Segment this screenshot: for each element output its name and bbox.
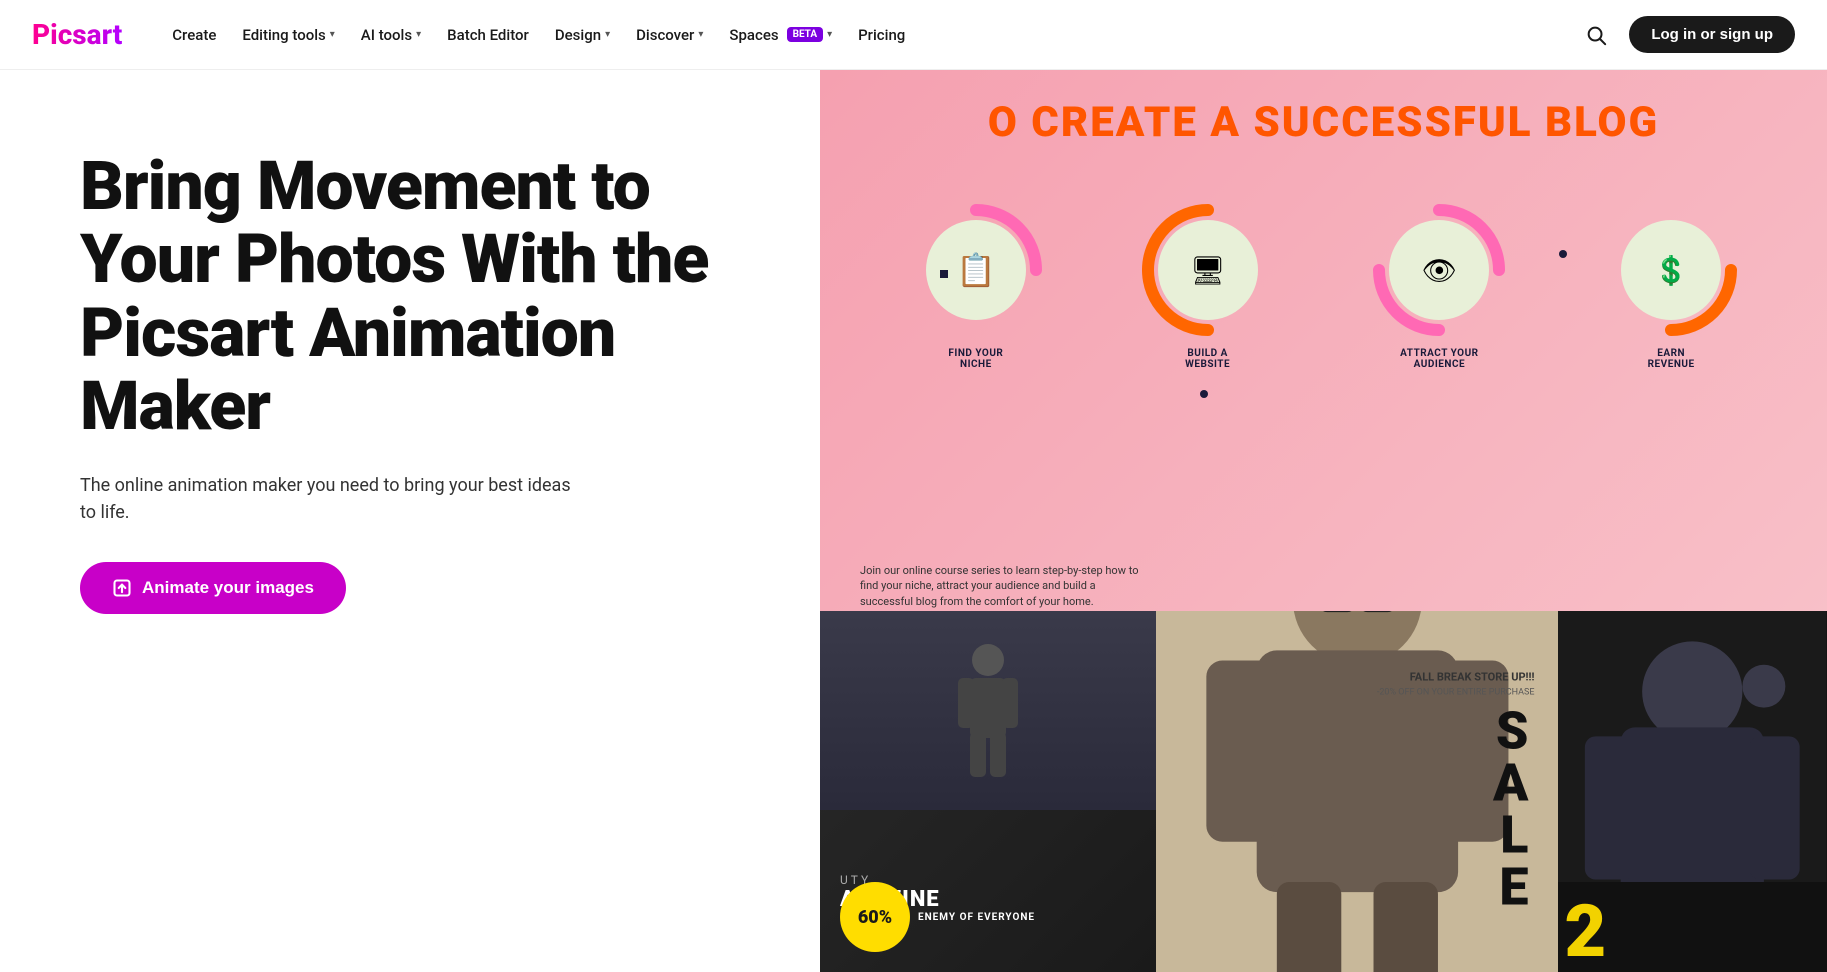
flow-label-niche: FIND YOURNICHE xyxy=(948,348,1003,370)
logo[interactable]: Picsart xyxy=(32,18,122,51)
hero-subtitle: The online animation maker you need to b… xyxy=(80,472,580,526)
chevron-down-icon: ▾ xyxy=(330,29,335,40)
nav-item-editing-tools[interactable]: Editing tools ▾ xyxy=(232,20,344,50)
fall-break-label: FALL BREAK STORE UP!!! xyxy=(1377,670,1535,683)
website-icon: 🖥 xyxy=(1190,254,1226,287)
nav-item-ai-tools[interactable]: AI tools ▾ xyxy=(351,20,431,50)
fashion-card: FALL BREAK STORE UP!!! -20% OFF ON YOUR … xyxy=(1156,611,1559,972)
search-icon xyxy=(1585,24,1607,46)
hero-title: Bring Movement to Your Photos With the P… xyxy=(80,150,760,444)
beta-badge: BETA xyxy=(787,27,824,42)
logo-text: Picsart xyxy=(32,18,122,51)
bottom-cards-row: UTY AGAZINE 60% ENEMY OF EVERYONE xyxy=(820,611,1827,972)
search-button[interactable] xyxy=(1579,18,1613,52)
flow-item-audience: 👁 ATTRACT YOURAUDIENCE xyxy=(1369,200,1509,370)
magazine-card: UTY AGAZINE 60% ENEMY OF EVERYONE xyxy=(820,611,1156,972)
blog-infographic-card: O CREATE A SUCCESSFUL BLOG 📋 xyxy=(820,70,1827,629)
sale-big-text: SALE xyxy=(1377,705,1535,913)
dot-2 xyxy=(1200,390,1208,398)
nav-item-create[interactable]: Create xyxy=(162,20,226,50)
nav-link-batch-editor[interactable]: Batch Editor xyxy=(437,20,539,50)
flow-label-website: BUILD AWEBSITE xyxy=(1185,348,1230,370)
chevron-down-icon: ▾ xyxy=(605,29,610,40)
discount-label: -20% OFF ON YOUR ENTIRE PURCHASE xyxy=(1377,687,1535,697)
nav-item-pricing[interactable]: Pricing xyxy=(848,20,915,50)
sale-overlay: FALL BREAK STORE UP!!! -20% OFF ON YOUR … xyxy=(1377,670,1535,913)
bf-year-text: 2 xyxy=(1564,896,1606,968)
nav-item-design[interactable]: Design ▾ xyxy=(545,20,620,50)
yellow-circle: 60% xyxy=(840,882,910,952)
chevron-down-icon: ▾ xyxy=(416,29,421,40)
revenue-icon: 💲 xyxy=(1654,254,1689,287)
flow-item-website: 🖥 BUILD AWEBSITE xyxy=(1138,200,1278,370)
animate-cta-button[interactable]: Animate your images xyxy=(80,562,346,614)
nav-link-ai-tools[interactable]: AI tools ▾ xyxy=(351,20,431,50)
flow-circle-audience: 👁 xyxy=(1389,220,1489,320)
mag-percent-row: 60% ENEMY OF EVERYONE xyxy=(840,882,1035,952)
niche-icon: 📋 xyxy=(956,251,996,289)
nav-link-create[interactable]: Create xyxy=(162,20,226,50)
nav-links: Create Editing tools ▾ AI tools ▾ Batch … xyxy=(162,20,1579,50)
blog-description: Join our online course series to learn s… xyxy=(860,563,1140,609)
hero-image-collage: O CREATE A SUCCESSFUL BLOG 📋 xyxy=(820,70,1827,972)
flow-item-revenue: 💲 EARNREVENUE xyxy=(1601,200,1741,370)
nav-link-discover[interactable]: Discover ▾ xyxy=(626,20,713,50)
login-button[interactable]: Log in or sign up xyxy=(1629,16,1795,53)
person-svg xyxy=(948,640,1028,780)
nav-item-discover[interactable]: Discover ▾ xyxy=(626,20,713,50)
hero-right: O CREATE A SUCCESSFUL BLOG 📋 xyxy=(820,70,1827,972)
bf-person xyxy=(1558,611,1827,882)
hero-left: Bring Movement to Your Photos With the P… xyxy=(0,70,820,972)
hero-section: Bring Movement to Your Photos With the P… xyxy=(0,70,1827,972)
flow-label-audience: ATTRACT YOURAUDIENCE xyxy=(1400,348,1478,370)
nav-item-batch-editor[interactable]: Batch Editor xyxy=(437,20,539,50)
flow-circle-website: 🖥 xyxy=(1158,220,1258,320)
flow-diagram: 📋 FIND YOURNICHE xyxy=(820,200,1827,370)
chevron-down-icon: ▾ xyxy=(698,29,703,40)
nav-link-design[interactable]: Design ▾ xyxy=(545,20,620,50)
bf-person-svg xyxy=(1558,611,1827,882)
flow-label-revenue: EARNREVENUE xyxy=(1648,348,1695,370)
nav-link-editing-tools[interactable]: Editing tools ▾ xyxy=(232,20,344,50)
percent-text: 60% xyxy=(858,907,892,928)
chevron-down-icon: ▾ xyxy=(827,29,832,40)
nav-link-pricing[interactable]: Pricing xyxy=(848,20,915,50)
enemy-label: ENEMY OF EVERYONE xyxy=(918,912,1035,923)
blog-card-title: O CREATE A SUCCESSFUL BLOG xyxy=(988,98,1659,147)
flow-circle-revenue: 💲 xyxy=(1621,220,1721,320)
flow-item-niche: 📋 FIND YOURNICHE xyxy=(906,200,1046,370)
nav-right: Log in or sign up xyxy=(1579,16,1795,53)
person-silhouette xyxy=(820,611,1156,809)
black-friday-card: BLACK FRIDAY BLACK FRIDAY xyxy=(1558,611,1827,972)
nav-link-spaces[interactable]: Spaces BETA ▾ xyxy=(719,20,842,50)
dot-1 xyxy=(940,270,948,278)
main-nav: Picsart Create Editing tools ▾ AI tools … xyxy=(0,0,1827,70)
dot-3 xyxy=(1559,250,1567,258)
nav-item-spaces[interactable]: Spaces BETA ▾ xyxy=(719,20,842,50)
upload-icon xyxy=(112,578,132,598)
audience-icon: 👁 xyxy=(1422,254,1458,287)
